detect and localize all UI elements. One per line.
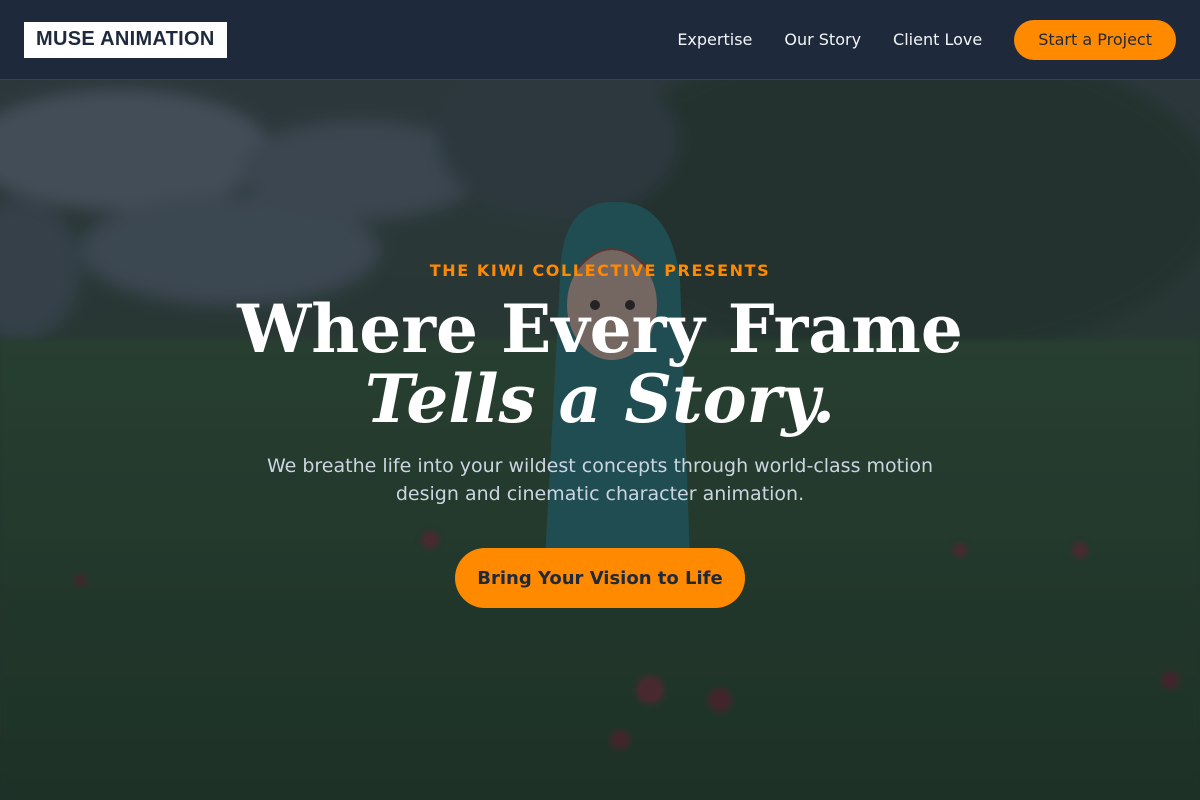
brand-logo[interactable]: MUSE ANIMATION: [24, 21, 227, 58]
nav-link-client-love[interactable]: Client Love: [893, 30, 982, 49]
bring-vision-button[interactable]: Bring Your Vision to Life: [455, 548, 745, 608]
hero-headline: Where Every Frame Tells a Story.: [237, 294, 963, 434]
hero-headline-line2: Tells a Story.: [364, 360, 836, 438]
hero-eyebrow: THE KIWI COLLECTIVE PRESENTS: [429, 261, 771, 280]
hero-headline-line1: Where Every Frame: [237, 290, 963, 368]
nav-menu: Expertise Our Story Client Love Start a …: [645, 19, 1176, 60]
hero-content: THE KIWI COLLECTIVE PRESENTS Where Every…: [0, 80, 1200, 800]
nav-link-expertise[interactable]: Expertise: [677, 30, 752, 49]
page: MUSE ANIMATION Expertise Our Story Clien…: [0, 0, 1200, 800]
hero-section: THE KIWI COLLECTIVE PRESENTS Where Every…: [0, 80, 1200, 800]
start-project-button[interactable]: Start a Project: [1014, 19, 1176, 60]
top-navigation: MUSE ANIMATION Expertise Our Story Clien…: [0, 0, 1200, 80]
hero-subtext: We breathe life into your wildest concep…: [266, 455, 934, 505]
nav-link-our-story[interactable]: Our Story: [784, 30, 861, 49]
